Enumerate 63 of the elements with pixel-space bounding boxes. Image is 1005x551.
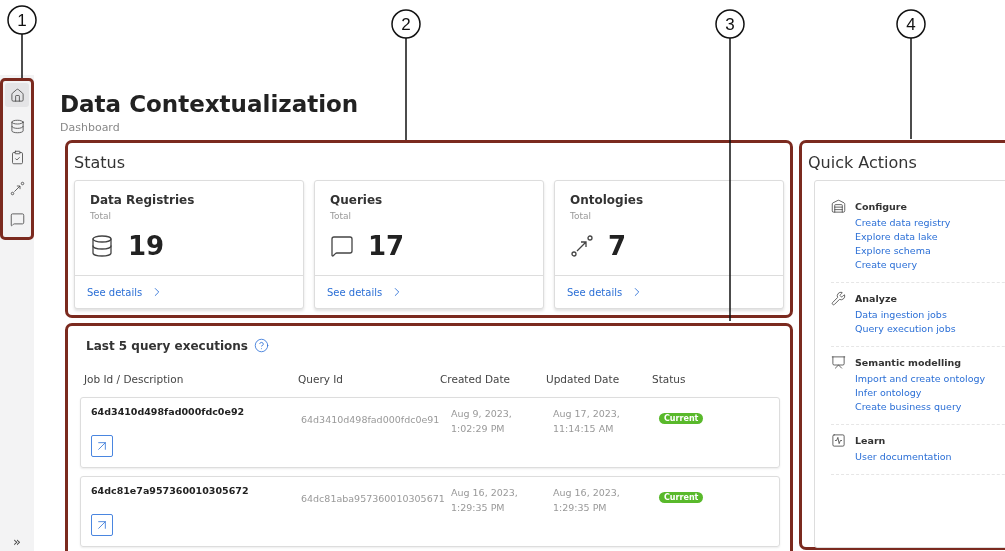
section-title: Last 5 query executions	[86, 338, 248, 353]
status-badge: Current	[659, 413, 704, 424]
open-button[interactable]	[91, 435, 113, 457]
action-link[interactable]: Create business query	[855, 401, 1005, 412]
see-details-link[interactable]: See details	[567, 285, 645, 299]
help-icon[interactable]	[254, 338, 269, 353]
card-caption: Total	[570, 211, 593, 221]
created-date: Aug 16, 2023, 1:29:35 PM	[451, 486, 519, 515]
action-group-title: Learn	[855, 435, 887, 446]
database-icon	[9, 118, 25, 134]
card-caption: Total	[90, 211, 113, 221]
see-details-link[interactable]: See details	[327, 285, 405, 299]
count: 7	[608, 231, 627, 261]
action-group-title: Semantic modelling	[855, 357, 963, 368]
section-title: Quick Actions	[808, 153, 918, 172]
status-badge: Current	[659, 492, 704, 503]
column-header: Job Id / Description	[84, 373, 185, 385]
page-title: Data Contextualization	[60, 90, 360, 118]
wrench-icon	[831, 291, 846, 306]
clipboard-icon	[9, 149, 25, 165]
column-header: Query Id	[298, 373, 344, 385]
speech-bubble-icon	[9, 211, 25, 227]
action-link[interactable]: Explore data lake	[855, 231, 1005, 242]
card-title: Data Registries	[90, 193, 196, 207]
presentation-icon	[831, 355, 846, 370]
count: 19	[128, 231, 165, 261]
query-id: 64dc81aba957360010305671	[301, 492, 446, 506]
action-link[interactable]: Data ingestion jobs	[855, 309, 1005, 320]
job-id: 64dc81e7a957360010305672	[91, 485, 250, 496]
action-link[interactable]: Import and create ontology	[855, 373, 1005, 384]
database-icon	[90, 234, 114, 258]
updated-date: Aug 16, 2023, 1:29:35 PM	[553, 486, 621, 515]
action-link[interactable]: Query execution jobs	[855, 323, 1005, 334]
open-button[interactable]	[91, 514, 113, 536]
updated-date: Aug 17, 2023, 11:14:15 AM	[553, 407, 621, 436]
connected-nodes-icon	[570, 234, 594, 258]
breadcrumb: Dashboard	[60, 121, 121, 134]
action-link[interactable]: Infer ontology	[855, 387, 1005, 398]
see-details-link[interactable]: See details	[87, 285, 165, 299]
connected-nodes-icon	[9, 180, 25, 196]
warehouse-icon	[831, 199, 846, 214]
action-link[interactable]: User documentation	[855, 451, 1005, 462]
action-group-title: Configure	[855, 201, 908, 212]
card-title: Ontologies	[570, 193, 645, 207]
action-link[interactable]: Explore schema	[855, 245, 1005, 256]
count: 17	[368, 231, 405, 261]
action-group-title: Analyze	[855, 293, 898, 304]
column-header: Updated Date	[546, 373, 621, 385]
column-header: Status	[652, 373, 687, 385]
speech-bubble-icon	[330, 234, 354, 258]
activity-icon	[831, 433, 846, 448]
query-id: 64d3410d498fad000fdc0e91	[301, 413, 441, 427]
created-date: Aug 9, 2023, 1:02:29 PM	[451, 407, 513, 436]
sidebar-item[interactable]	[5, 83, 29, 107]
column-header: Created Date	[440, 373, 511, 385]
action-link[interactable]: Create data registry	[855, 217, 1005, 228]
home-icon	[9, 87, 25, 103]
expand-button[interactable]: »	[9, 534, 25, 549]
card-title: Queries	[330, 193, 384, 207]
card-caption: Total	[330, 211, 353, 221]
section-title: Status	[74, 153, 126, 172]
action-link[interactable]: Create query	[855, 259, 1005, 270]
job-id: 64d3410d498fad000fdc0e92	[91, 406, 246, 417]
